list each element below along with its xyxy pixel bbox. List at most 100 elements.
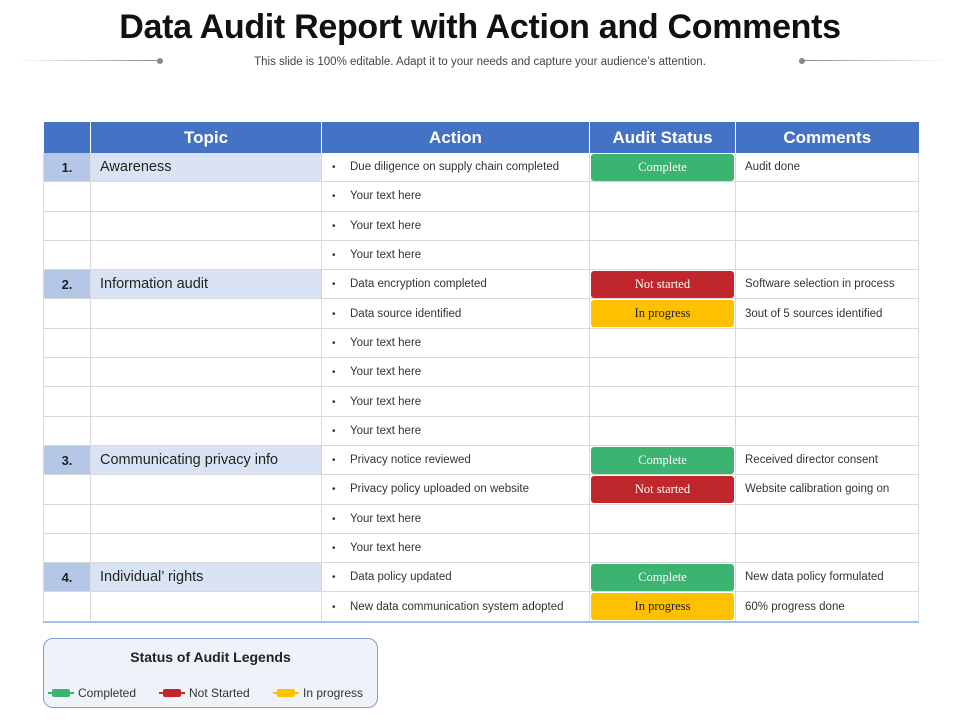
audit-status-cell	[589, 386, 736, 417]
decorative-dot-right	[799, 57, 805, 64]
action-cell: • Your text here	[321, 416, 590, 446]
action-text: New data communication system adopted	[350, 600, 564, 613]
legend-label-completed: Completed	[78, 686, 137, 700]
slide-title: Data Audit Report with Action and Commen…	[119, 8, 841, 46]
table-row: • Your text here	[43, 240, 919, 271]
table-row: • Your text here	[43, 181, 919, 212]
action-cell: • Privacy notice reviewed	[321, 445, 590, 476]
comment-cell: Website calibration going on	[735, 474, 919, 505]
table-row: • New data communication system adopted In…	[43, 591, 919, 623]
row-number	[43, 328, 91, 359]
row-number: 3.	[43, 445, 91, 476]
bullet-icon: •	[332, 279, 336, 291]
table-row: • Data source identified In progress 3out o…	[43, 298, 919, 329]
audit-status-cell: Complete	[589, 153, 736, 183]
table-row: • Your text here	[43, 504, 919, 534]
topic-cell	[90, 474, 322, 505]
topic-cell	[90, 386, 322, 417]
row-number: 4.	[43, 562, 91, 593]
bullet-icon: •	[332, 337, 336, 349]
status-badge: Complete	[591, 446, 734, 474]
action-text: Your text here	[350, 424, 422, 437]
green-marker-icon	[48, 689, 74, 697]
bullet-icon: •	[332, 425, 336, 437]
topic-cell	[90, 240, 322, 271]
action-text: Your text here	[350, 249, 422, 262]
bullet-icon: •	[332, 601, 336, 613]
topic-cell	[90, 211, 322, 241]
audit-status-cell: Not started	[589, 269, 736, 300]
comment-cell	[735, 357, 919, 388]
topic-cell: Information audit	[90, 269, 322, 300]
bullet-icon: •	[332, 484, 336, 496]
topic-cell	[90, 533, 322, 564]
topic-cell: Individual’ rights	[90, 562, 322, 593]
bullet-icon: •	[332, 367, 336, 379]
row-number: 1.	[43, 153, 91, 183]
comment-cell	[735, 240, 919, 271]
comment-cell	[735, 328, 919, 359]
row-number	[43, 181, 91, 212]
audit-status-cell: Complete	[589, 445, 736, 476]
table-row: 1. Awareness • Due diligence on supply chai…	[43, 153, 919, 183]
bullet-icon: •	[332, 162, 336, 174]
table-row: • Privacy policy uploaded on website Not s…	[43, 474, 919, 505]
action-text: Data policy updated	[350, 571, 452, 584]
audit-status-cell: In progress	[589, 591, 736, 623]
column-header-action: Action	[321, 122, 590, 153]
table-row: • Your text here	[43, 416, 919, 446]
row-number	[43, 386, 91, 417]
topic-cell	[90, 591, 322, 623]
comment-cell: Audit done	[735, 153, 919, 183]
topic-cell	[90, 181, 322, 212]
comment-cell	[735, 181, 919, 212]
row-number	[43, 591, 91, 623]
action-text: Data source identified	[350, 307, 462, 320]
table-row: • Your text here	[43, 386, 919, 417]
table-row: • Your text here	[43, 211, 919, 241]
status-legend-box: Status of Audit Legends Completed Not St…	[43, 638, 378, 708]
column-header-topic: Topic	[90, 122, 322, 153]
bullet-icon: •	[332, 543, 336, 554]
action-cell: • Your text here	[321, 504, 590, 534]
action-cell: • Data policy updated	[321, 562, 590, 593]
topic-cell	[90, 416, 322, 446]
status-badge: In progress	[591, 593, 734, 620]
action-cell: • Your text here	[321, 211, 590, 241]
action-cell: • Your text here	[321, 533, 590, 564]
action-text: Due diligence on supply chain completed	[350, 161, 560, 174]
audit-status-cell: Not started	[589, 474, 736, 505]
bullet-icon: •	[332, 250, 336, 262]
audit-status-cell	[589, 357, 736, 388]
comment-cell: New data policy formulated	[735, 562, 919, 593]
comment-cell: Software selection in process	[735, 269, 919, 300]
action-text: Privacy notice reviewed	[350, 454, 471, 467]
table-header-row: Topic Action Audit Status Comments	[43, 122, 919, 153]
yellow-marker-icon	[273, 689, 299, 697]
row-number	[43, 357, 91, 388]
audit-status-cell	[589, 533, 736, 564]
action-text: Your text here	[350, 190, 422, 203]
status-badge: In progress	[591, 300, 734, 328]
topic-cell	[90, 328, 322, 359]
bullet-icon: •	[332, 308, 336, 320]
action-cell: • Data source identified	[321, 298, 590, 329]
audit-status-cell	[589, 240, 736, 271]
action-text: Your text here	[350, 395, 422, 408]
legend-label-not-started: Not Started	[189, 686, 250, 700]
row-number: 2.	[43, 269, 91, 300]
table-row: 4. Individual’ rights • Data policy updated…	[43, 562, 919, 593]
action-cell: • Data encryption completed	[321, 269, 590, 300]
action-text: Data encryption completed	[350, 278, 487, 291]
row-number	[43, 533, 91, 564]
action-text: Your text here	[350, 336, 422, 349]
topic-cell	[90, 298, 322, 329]
row-number	[43, 298, 91, 329]
action-cell: • New data communication system adopted	[321, 591, 590, 623]
column-header-audit-status: Audit Status	[589, 122, 736, 153]
bullet-icon: •	[332, 572, 336, 584]
status-badge: Not started	[591, 270, 734, 298]
action-text: Your text here	[350, 542, 422, 554]
legend-title: Status of Audit Legends	[130, 649, 291, 665]
action-text: Your text here	[350, 219, 422, 232]
